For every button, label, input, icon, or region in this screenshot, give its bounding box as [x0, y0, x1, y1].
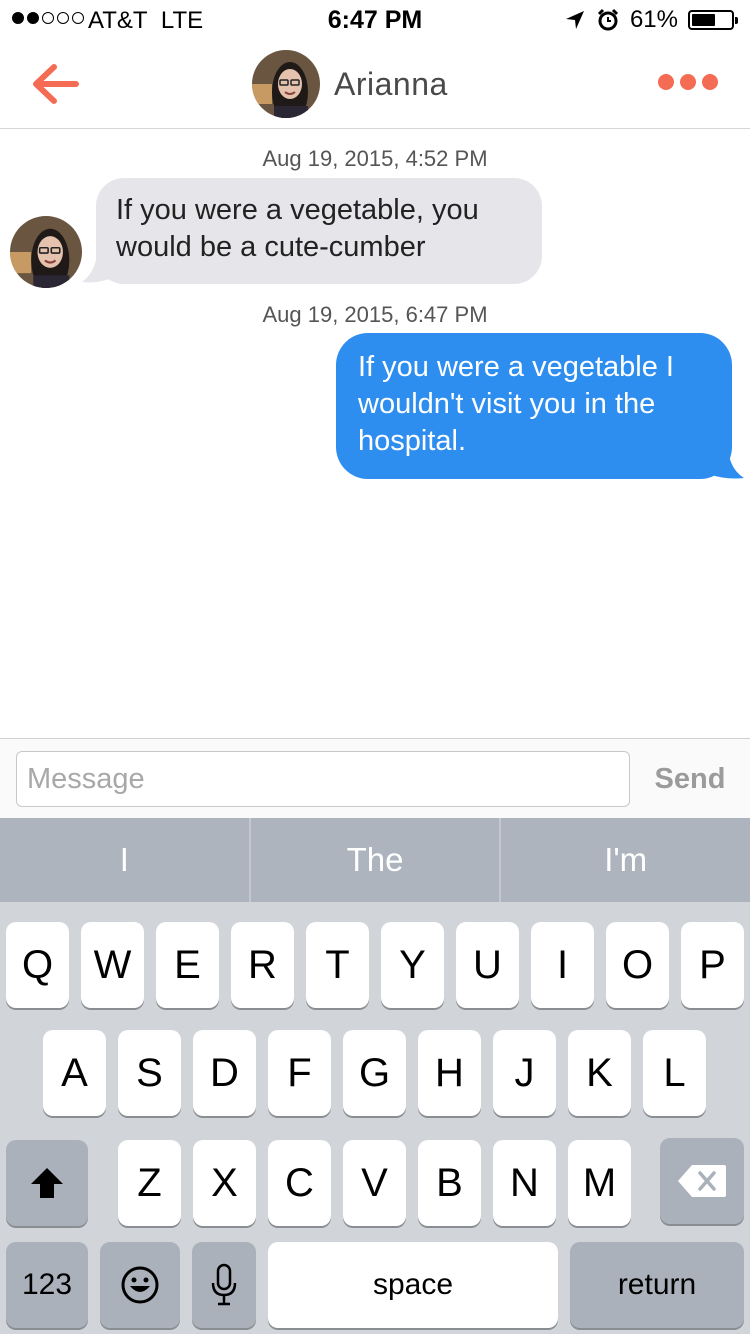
status-right: 61% [564, 6, 738, 34]
key-label: W [93, 943, 132, 987]
battery-icon [688, 10, 738, 30]
key-label: Z [137, 1161, 162, 1205]
key-w[interactable]: W [81, 922, 144, 1008]
key-t[interactable]: T [306, 922, 369, 1008]
message-timestamp: Aug 19, 2015, 4:52 PM [262, 146, 488, 171]
contact-name: Arianna [334, 65, 448, 102]
key-u[interactable]: U [456, 922, 519, 1008]
key-d[interactable]: D [193, 1030, 256, 1116]
key-i[interactable]: I [531, 922, 594, 1008]
key-n[interactable]: N [493, 1140, 556, 1226]
back-button[interactable] [30, 62, 80, 106]
key-b[interactable]: B [418, 1140, 481, 1226]
status-bar: AT&T LTE 6:47 PM 61% [0, 0, 750, 40]
emoji-key[interactable] [100, 1242, 180, 1328]
key-g[interactable]: G [343, 1030, 406, 1116]
shift-key[interactable] [6, 1140, 88, 1226]
key-q[interactable]: Q [6, 922, 69, 1008]
key-label: C [285, 1161, 314, 1205]
more-dot-icon [702, 74, 718, 90]
sender-avatar[interactable] [10, 216, 82, 288]
keyboard: 123 space return QWE R T Y U I O P A S D F GH J K L Z X C V… [0, 902, 750, 1334]
key-label: R [248, 943, 277, 987]
key-m[interactable]: M [568, 1140, 631, 1226]
numbers-key[interactable]: 123 [6, 1242, 88, 1328]
key-label: X [211, 1161, 238, 1205]
key-label: E [174, 943, 201, 987]
key-label: G [358, 1051, 391, 1095]
key-x[interactable]: X [193, 1140, 256, 1226]
key-p[interactable]: P [681, 922, 744, 1008]
key-y[interactable]: Y [381, 922, 444, 1008]
key-label: Y [399, 943, 426, 987]
key-label: H [435, 1051, 464, 1095]
location-icon [565, 11, 584, 29]
key-v[interactable]: V [343, 1140, 406, 1226]
send-button[interactable]: Send [630, 751, 750, 807]
key-f[interactable]: F [268, 1030, 331, 1116]
delete-key[interactable] [660, 1138, 744, 1224]
more-dot-icon [658, 74, 674, 90]
more-options-button[interactable] [658, 74, 718, 90]
return-key-label: return [617, 1268, 697, 1301]
key-h[interactable]: H [418, 1030, 481, 1116]
predictive-text-bar: I The I'm [0, 818, 750, 902]
emoji-icon [121, 1266, 159, 1304]
back-arrow-icon [33, 64, 79, 104]
composer-bar: Send [0, 738, 750, 819]
key-l[interactable]: L [643, 1030, 706, 1116]
key-label: Q [21, 943, 54, 987]
alarm-icon [597, 8, 619, 31]
message-timestamp: Aug 19, 2015, 6:47 PM [262, 302, 488, 327]
key-z[interactable]: Z [118, 1140, 181, 1226]
message-input[interactable] [16, 751, 630, 807]
space-key-label: space [372, 1268, 454, 1301]
microphone-icon [211, 1263, 237, 1306]
space-key[interactable]: space [268, 1242, 558, 1328]
key-label: B [436, 1161, 463, 1205]
suggestion-item[interactable]: I'm [501, 818, 750, 902]
key-c[interactable]: C [268, 1140, 331, 1226]
key-e[interactable]: E [156, 922, 219, 1008]
shift-icon [31, 1168, 63, 1198]
key-label: M [582, 1161, 617, 1205]
key-label: U [473, 943, 502, 987]
key-label: N [510, 1161, 539, 1205]
key-label: O [621, 943, 654, 987]
key-s[interactable]: S [118, 1030, 181, 1116]
key-label: V [361, 1161, 388, 1205]
contact-header[interactable]: Arianna [252, 50, 448, 118]
key-label: F [287, 1051, 312, 1095]
key-label: K [586, 1051, 613, 1095]
key-label: D [210, 1051, 239, 1095]
battery-percent: 61% [629, 6, 678, 33]
key-label: T [325, 943, 350, 987]
key-label: P [699, 943, 726, 987]
key-label: S [136, 1051, 163, 1095]
key-k[interactable]: K [568, 1030, 631, 1116]
key-a[interactable]: A [43, 1030, 106, 1116]
key-label: L [663, 1051, 686, 1095]
suggestion-item[interactable]: The [251, 818, 502, 902]
return-key[interactable]: return [570, 1242, 744, 1328]
outgoing-message-bubble[interactable]: If you were a vegetable I wouldn't visit… [336, 333, 732, 479]
key-label: I [556, 943, 569, 987]
nav-bar: Arianna [0, 40, 750, 129]
key-label: J [514, 1051, 535, 1095]
dictation-key[interactable] [192, 1242, 256, 1328]
key-j[interactable]: J [493, 1030, 556, 1116]
more-dot-icon [680, 74, 696, 90]
backspace-icon [678, 1165, 726, 1197]
suggestion-item[interactable]: I [0, 818, 251, 902]
key-r[interactable]: R [231, 922, 294, 1008]
key-label: A [61, 1051, 88, 1095]
key-o[interactable]: O [606, 922, 669, 1008]
numbers-key-label: 123 [21, 1268, 73, 1301]
contact-avatar[interactable] [252, 50, 320, 118]
incoming-message-bubble[interactable]: If you were a vegetable, you would be a … [96, 178, 542, 284]
